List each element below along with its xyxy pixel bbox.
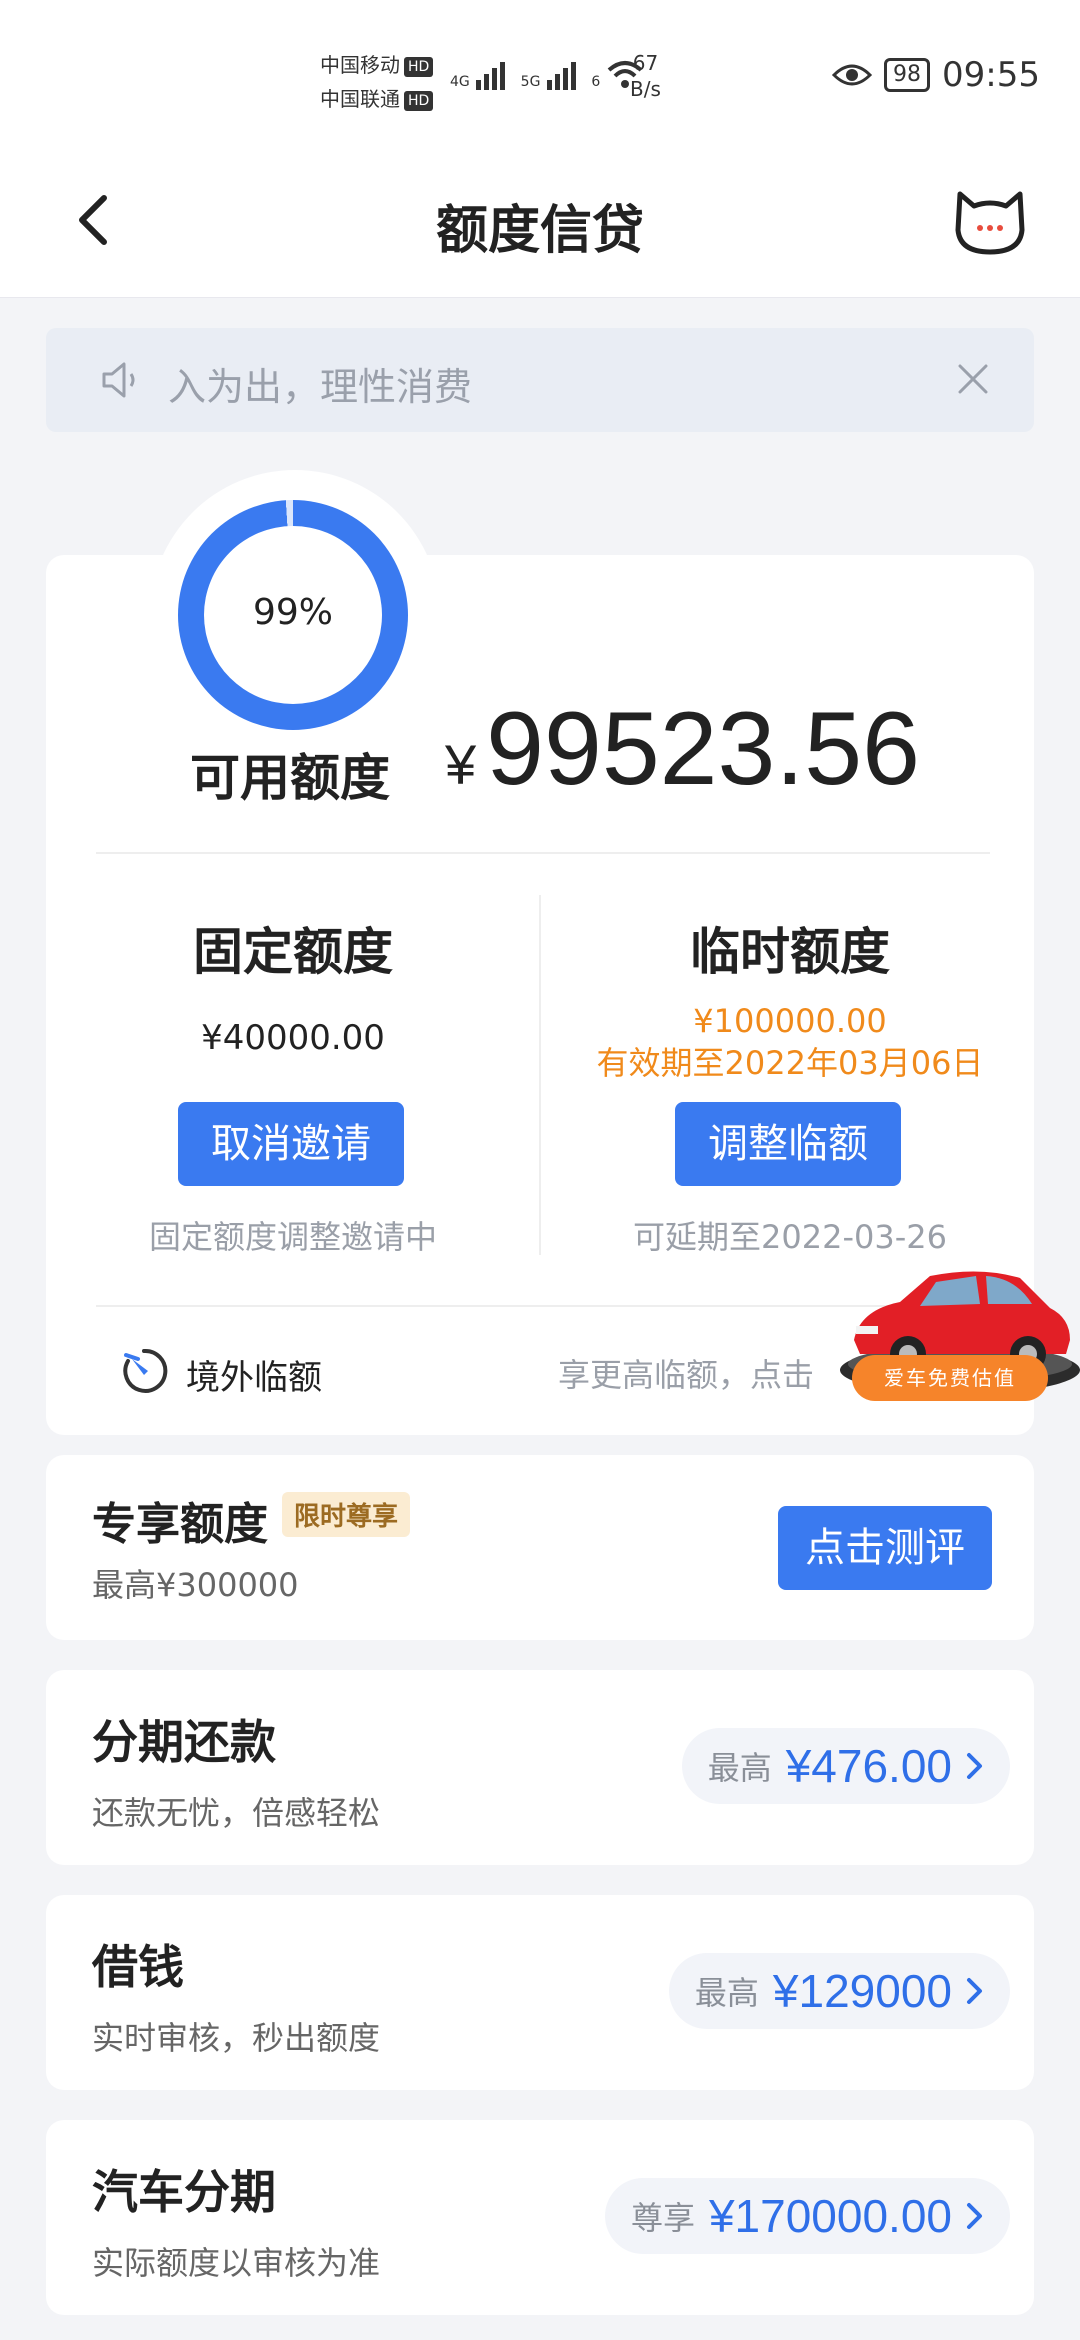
product-max-pill[interactable]: 最高 ¥129000 xyxy=(668,1953,1010,2029)
product-max-pill[interactable]: 尊享 ¥170000.00 xyxy=(604,2178,1010,2254)
pill-amount: ¥129000 xyxy=(772,1965,952,2017)
usage-percent: 99% xyxy=(252,592,333,633)
signal-5g: 5G xyxy=(520,74,541,90)
net-speed-value: 67 xyxy=(632,51,659,75)
signal-6: 6 xyxy=(591,74,601,90)
hd-badge-1: HD xyxy=(404,56,434,77)
car-ad-label[interactable]: 爱车免费估值 xyxy=(852,1355,1048,1401)
product-title: 借钱 xyxy=(92,1940,184,1994)
carrier-2: 中国联通 xyxy=(320,87,400,111)
exclusive-credit-max: 最高¥300000 xyxy=(92,1566,299,1604)
fixed-credit-amount: ¥40000.00 xyxy=(201,1018,385,1058)
speaker-icon xyxy=(102,362,135,398)
carrier-1: 中国移动 xyxy=(320,53,400,77)
hd-badge-2: HD xyxy=(404,90,434,111)
product-subtitle: 实际额度以审核为准 xyxy=(92,2244,381,2282)
pill-prefix: 尊享 xyxy=(630,2199,695,2237)
pill-amount: ¥170000.00 xyxy=(708,2190,952,2242)
chevron-right-icon xyxy=(967,2203,982,2229)
product-title: 汽车分期 xyxy=(92,2165,276,2219)
close-icon[interactable] xyxy=(952,358,994,400)
overseas-plane-icon xyxy=(123,1348,168,1393)
exclusive-credit-title: 专享额度 xyxy=(92,1499,268,1550)
pill-amount: ¥476.00 xyxy=(785,1740,952,1792)
temp-credit-amount: ¥100000.00 xyxy=(693,1002,887,1040)
product-subtitle: 还款无忧，倍感轻松 xyxy=(92,1794,381,1832)
chevron-right-icon xyxy=(967,1978,982,2004)
evaluate-button[interactable]: 点击测评 xyxy=(778,1506,992,1590)
available-amount: ¥99523.56 xyxy=(445,690,920,809)
temp-credit-validity: 有效期至2022年03月06日 xyxy=(596,1044,984,1082)
product-max-pill[interactable]: 最高 ¥476.00 xyxy=(681,1728,1010,1804)
notice-bar: 入为出，理性消费 xyxy=(46,328,1034,432)
overseas-credit-link[interactable]: 境外临额 xyxy=(186,1350,322,1399)
notice-text: 入为出，理性消费 xyxy=(168,365,473,409)
signal-bars-icon xyxy=(546,62,576,90)
temp-credit-info: ¥100000.00 有效期至2022年03月06日 xyxy=(560,1000,1020,1084)
battery-indicator: 98 xyxy=(884,58,931,92)
cancel-invite-button[interactable]: 取消邀请 xyxy=(178,1102,404,1186)
status-right: 98 09:55 xyxy=(832,55,1040,95)
pill-prefix: 最高 xyxy=(694,1974,759,2012)
temp-credit-title: 临时额度 xyxy=(690,923,890,981)
available-amount-value: 99523.56 xyxy=(486,691,920,807)
carrier-info: 中国移动 HD 中国联通 HD xyxy=(320,48,434,116)
clock: 09:55 xyxy=(942,55,1040,95)
pill-prefix: 最高 xyxy=(707,1749,772,1787)
available-label: 可用额度 xyxy=(190,749,390,807)
signal-indicators: 4G 5G 6 xyxy=(450,58,645,90)
divider xyxy=(96,852,990,854)
divider xyxy=(539,895,541,1255)
net-speed: 67 B/s xyxy=(630,50,661,102)
limited-badge: 限时尊享 xyxy=(282,1492,411,1537)
cat-mascot-icon[interactable] xyxy=(950,180,1030,260)
product-subtitle: 实时审核，秒出额度 xyxy=(92,2019,381,2057)
page-title: 额度信贷 xyxy=(435,201,644,261)
eye-icon xyxy=(832,64,873,86)
chevron-right-icon xyxy=(967,1753,982,1779)
signal-bars-icon xyxy=(476,62,506,90)
adjust-temp-credit-button[interactable]: 调整临额 xyxy=(675,1102,901,1186)
signal-4g: 4G xyxy=(450,74,470,90)
fixed-credit-note: 固定额度调整邀请中 xyxy=(148,1218,437,1256)
currency-symbol: ¥ xyxy=(445,733,477,796)
net-speed-unit: B/s xyxy=(630,77,661,101)
fixed-credit-title: 固定额度 xyxy=(193,923,393,981)
product-title: 分期还款 xyxy=(92,1715,276,1769)
overseas-credit-hint[interactable]: 享更高临额，点击 xyxy=(558,1350,814,1396)
app-header: 额度信贷 xyxy=(0,150,1080,298)
